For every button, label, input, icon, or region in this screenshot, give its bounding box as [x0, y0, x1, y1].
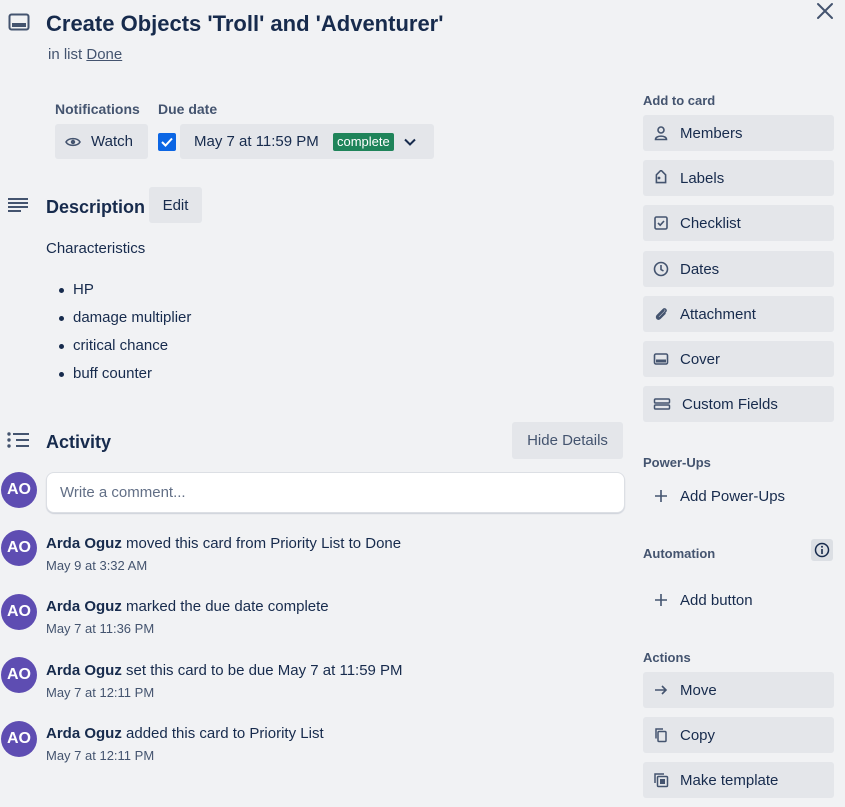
list-item: buff counter	[55, 365, 191, 393]
activity-action: added this card to Priority List	[126, 725, 324, 742]
activity-item: Arda Oguz moved this card from Priority …	[46, 535, 401, 552]
chevron-down-icon[interactable]	[402, 134, 418, 150]
description-paragraph: Characteristics	[46, 240, 146, 257]
hide-details-button[interactable]: Hide Details	[512, 422, 623, 459]
list-link[interactable]: Done	[86, 46, 122, 63]
avatar[interactable]: AO	[1, 657, 37, 693]
members-label: Members	[680, 124, 743, 142]
list-item: critical chance	[55, 337, 191, 365]
activity-timestamp[interactable]: May 7 at 12:11 PM	[46, 685, 154, 700]
power-ups-heading: Power-Ups	[643, 455, 711, 470]
activity-item: Arda Oguz set this card to be due May 7 …	[46, 662, 403, 679]
person-icon	[653, 125, 669, 141]
activity-action: marked the due date complete	[126, 598, 329, 615]
activity-action: set this card to be due May 7 at 11:59 P…	[126, 662, 403, 679]
copy-icon	[653, 727, 669, 743]
checklist-icon	[653, 215, 669, 231]
watch-label: Watch	[91, 133, 133, 150]
avatar[interactable]: AO	[1, 530, 37, 566]
description-icon	[8, 197, 28, 213]
plus-icon	[653, 592, 669, 608]
custom-fields-button[interactable]: Custom Fields	[643, 386, 834, 422]
activity-item: Arda Oguz marked the due date complete	[46, 598, 329, 615]
arrow-right-icon	[653, 682, 669, 698]
make-template-label: Make template	[680, 771, 779, 789]
labels-label: Labels	[680, 169, 725, 187]
paperclip-icon	[653, 306, 669, 322]
avatar[interactable]: AO	[1, 721, 37, 757]
members-button[interactable]: Members	[643, 115, 834, 151]
move-label: Move	[680, 681, 717, 699]
custom-fields-icon	[653, 396, 671, 412]
list-item: HP	[55, 281, 191, 309]
activity-timestamp[interactable]: May 7 at 11:36 PM	[46, 621, 154, 636]
add-power-ups-label: Add Power-Ups	[680, 487, 786, 505]
due-date-value: May 7 at 11:59 PM	[194, 133, 319, 150]
add-button-button[interactable]: Add button	[643, 582, 834, 618]
move-button[interactable]: Move	[643, 672, 834, 708]
checklist-button[interactable]: Checklist	[643, 205, 834, 241]
in-list-prefix: in list	[48, 46, 83, 63]
due-date-label: Due date	[158, 101, 218, 117]
notifications-label: Notifications	[55, 101, 140, 117]
plus-icon	[653, 488, 669, 504]
description-title: Description	[46, 197, 146, 217]
avatar[interactable]: AO	[1, 594, 37, 630]
edit-description-button[interactable]: Edit	[149, 187, 202, 223]
template-icon	[653, 772, 669, 788]
list-location: in list Done	[48, 46, 122, 63]
attachment-button[interactable]: Attachment	[643, 296, 834, 332]
cover-icon	[653, 351, 669, 367]
make-template-button[interactable]: Make template	[643, 762, 834, 798]
dates-button[interactable]: Dates	[643, 251, 834, 287]
activity-user[interactable]: Arda Oguz	[46, 535, 122, 552]
activity-timestamp[interactable]: May 9 at 3:32 AM	[46, 558, 147, 573]
copy-button[interactable]: Copy	[643, 717, 834, 753]
dates-label: Dates	[680, 260, 720, 278]
list-item: damage multiplier	[55, 309, 191, 337]
add-to-card-heading: Add to card	[643, 93, 716, 108]
add-power-ups-button[interactable]: Add Power-Ups	[643, 478, 834, 514]
card-title: Create Objects 'Troll' and 'Adventurer'	[46, 11, 444, 36]
labels-button[interactable]: Labels	[643, 160, 834, 196]
copy-label: Copy	[680, 726, 716, 744]
activity-item: Arda Oguz added this card to Priority Li…	[46, 725, 324, 742]
automation-heading: Automation	[643, 546, 716, 561]
close-icon[interactable]	[813, 0, 837, 24]
attachment-label: Attachment	[680, 305, 756, 323]
watch-button[interactable]: Watch	[55, 124, 148, 159]
cover-label: Cover	[680, 350, 721, 368]
card-icon	[8, 13, 30, 31]
activity-title: Activity	[46, 432, 112, 452]
custom-fields-label: Custom Fields	[682, 395, 778, 413]
description-bullets: HP damage multiplier critical chance buf…	[55, 281, 191, 393]
activity-icon	[7, 432, 29, 448]
tag-icon	[653, 170, 669, 186]
activity-user[interactable]: Arda Oguz	[46, 598, 122, 615]
activity-action: moved this card from Priority List to Do…	[126, 535, 402, 552]
activity-timestamp[interactable]: May 7 at 12:11 PM	[46, 748, 154, 763]
eye-icon	[65, 136, 81, 148]
due-date-checkbox[interactable]	[158, 133, 176, 151]
avatar[interactable]: AO	[1, 472, 37, 508]
status-badge: complete	[333, 133, 394, 151]
comment-input[interactable]	[46, 472, 625, 513]
add-button-label: Add button	[680, 591, 753, 609]
activity-user[interactable]: Arda Oguz	[46, 725, 122, 742]
info-icon[interactable]	[811, 539, 833, 561]
checklist-label: Checklist	[680, 214, 741, 232]
actions-heading: Actions	[643, 650, 691, 665]
cover-button[interactable]: Cover	[643, 341, 834, 377]
clock-icon	[653, 261, 669, 277]
activity-user[interactable]: Arda Oguz	[46, 662, 122, 679]
